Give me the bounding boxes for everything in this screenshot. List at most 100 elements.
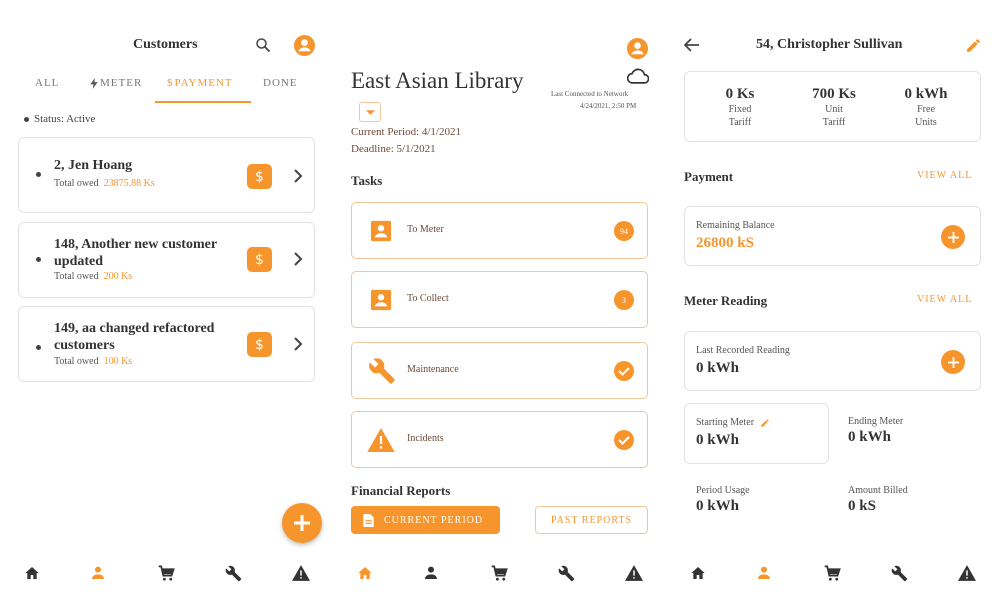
task-incidents[interactable]: Incidents [351, 411, 648, 468]
tab-all[interactable]: ALL [35, 77, 59, 89]
account-icon[interactable] [626, 37, 649, 60]
starting-value: 0 kWh [696, 432, 739, 448]
ending-label: Ending Meter [848, 416, 904, 427]
owed-amount: 23875.88 Ks [103, 178, 155, 189]
starting-label: Starting Meter [696, 417, 755, 428]
warning-icon [292, 565, 310, 581]
ending-meter: Ending Meter 0 kWh [848, 416, 903, 446]
tab-payment[interactable]: $ PAYMENT [167, 77, 233, 89]
person-icon [756, 565, 772, 581]
chevron-right-icon[interactable] [293, 168, 303, 184]
customer-name-line: updated [54, 254, 104, 269]
starting-meter-card[interactable]: Starting Meter 0 kWh [684, 403, 829, 464]
nav-incidents[interactable] [956, 562, 978, 584]
customer-name: 148, Another new customer updated [54, 236, 217, 270]
customer-name-line: 148, Another new customer [54, 237, 218, 252]
task-to-meter[interactable]: To Meter 94 [351, 202, 648, 259]
bottom-nav [333, 552, 666, 592]
task-label: To Collect [407, 293, 449, 304]
home-icon [357, 565, 373, 581]
nav-cart[interactable] [488, 562, 510, 584]
task-to-collect[interactable]: To Collect 3 [351, 271, 648, 328]
tab-meter[interactable]: METER [90, 77, 142, 89]
cart-icon [158, 565, 175, 582]
cart-icon [824, 565, 841, 582]
check-circle-icon [614, 361, 634, 381]
owed-label: Total owed [54, 271, 99, 282]
nav-cart[interactable] [821, 562, 843, 584]
nav-customers[interactable] [753, 562, 775, 584]
meter-view-all[interactable]: VIEW ALL [917, 294, 972, 305]
edit-icon[interactable] [965, 37, 982, 54]
payment-button[interactable]: $ [247, 247, 272, 272]
dropdown-icon [365, 109, 375, 115]
add-payment-button[interactable] [941, 225, 965, 249]
search-icon[interactable] [254, 36, 272, 54]
library-dropdown[interactable] [359, 102, 381, 122]
tab-done[interactable]: DONE [263, 77, 298, 89]
account-icon[interactable] [293, 34, 316, 57]
past-reports-button[interactable]: PAST REPORTS [535, 506, 648, 534]
tariff-summary: 0 Ks Fixed Tariff 700 Ks Unit Tariff 0 k… [684, 71, 981, 142]
tab-label: PAYMENT [174, 77, 233, 89]
dollar-icon: $ [167, 77, 174, 89]
add-icon [947, 231, 959, 243]
edit-icon[interactable] [760, 418, 770, 428]
usage-value: 0 kWh [696, 498, 739, 514]
nav-customers[interactable] [87, 562, 109, 584]
last-reading-value: 0 kWh [696, 360, 739, 376]
person-icon [90, 565, 106, 581]
customer-name: 2, Jen Hoang [54, 158, 133, 173]
nav-maintenance[interactable] [888, 562, 910, 584]
add-icon [947, 356, 959, 368]
tab-indicator [155, 101, 251, 103]
account-box-icon [370, 289, 392, 311]
customer-card[interactable]: 148, Another new customer updated Total … [18, 222, 315, 298]
customer-name-line: customers [54, 338, 115, 353]
cloud-icon [627, 68, 649, 84]
cart-icon [491, 565, 508, 582]
add-reading-button[interactable] [941, 350, 965, 374]
bottom-nav [0, 552, 333, 592]
tab-label: DONE [263, 77, 298, 89]
nav-maintenance[interactable] [222, 562, 244, 584]
stat-value: 0 kWh [904, 86, 948, 102]
chevron-right-icon[interactable] [293, 251, 303, 267]
stat-label: Free [917, 104, 935, 115]
nav-home[interactable] [354, 562, 376, 584]
nav-incidents[interactable] [290, 562, 312, 584]
bottom-nav [666, 552, 1000, 592]
list-bullet [36, 345, 41, 350]
wrench-icon [368, 357, 396, 385]
nav-incidents[interactable] [623, 562, 645, 584]
payment-view-all[interactable]: VIEW ALL [917, 170, 972, 181]
remaining-value: 26800 kS [696, 235, 754, 251]
remaining-balance-card: Remaining Balance 26800 kS [684, 206, 981, 266]
status-filter[interactable]: Status: Active [34, 113, 95, 125]
list-bullet [36, 257, 41, 262]
back-arrow-icon[interactable] [684, 38, 700, 52]
customer-card[interactable]: 149, aa changed refactored customers Tot… [18, 306, 315, 382]
add-customer-fab[interactable] [282, 503, 322, 543]
owed-label: Total owed [54, 356, 99, 367]
payment-button[interactable]: $ [247, 164, 272, 189]
nav-maintenance[interactable] [555, 562, 577, 584]
current-period-button[interactable]: CURRENT PERIOD [351, 506, 500, 534]
payment-heading: Payment [684, 169, 734, 184]
customer-card[interactable]: 2, Jen Hoang Total owed 23875.88 Ks $ [18, 137, 315, 213]
description-icon [363, 513, 374, 527]
nav-cart[interactable] [155, 562, 177, 584]
status-dot [24, 117, 29, 122]
nav-customers[interactable] [420, 562, 442, 584]
wrench-icon [225, 565, 242, 582]
nav-home[interactable] [21, 562, 43, 584]
task-label: Incidents [407, 433, 444, 444]
bolt-icon [90, 77, 98, 89]
home-icon [24, 565, 40, 581]
task-maintenance[interactable]: Maintenance [351, 342, 648, 399]
current-period: Current Period: 4/1/2021 [351, 126, 461, 138]
owed-row: Total owed 200 Ks [54, 271, 132, 282]
chevron-right-icon[interactable] [293, 336, 303, 352]
nav-home[interactable] [687, 562, 709, 584]
payment-button[interactable]: $ [247, 332, 272, 357]
